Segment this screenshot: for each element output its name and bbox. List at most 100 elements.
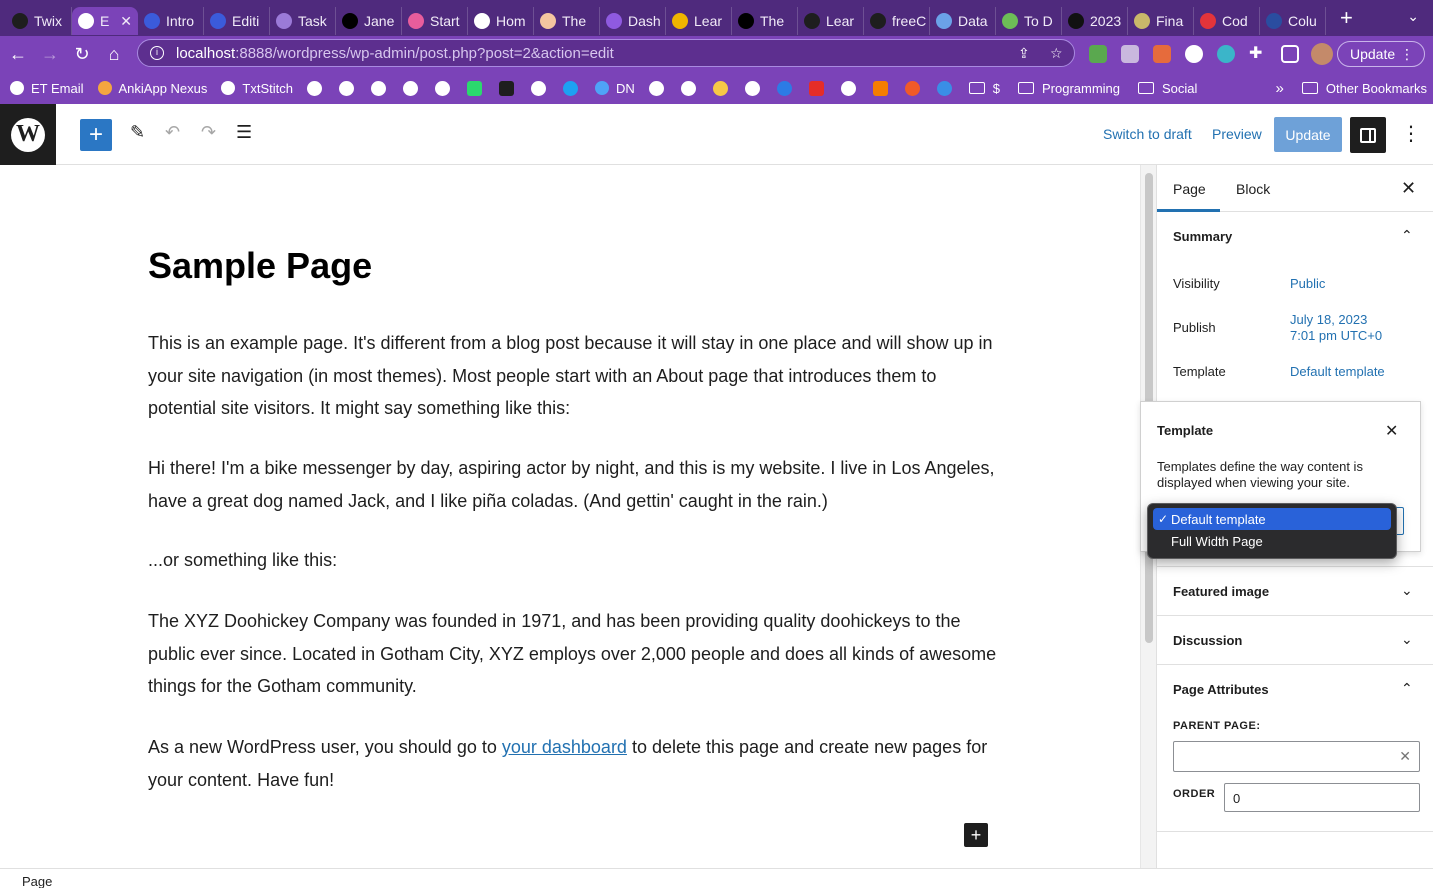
- bookmark-folder-programming[interactable]: Programming: [1017, 81, 1120, 96]
- featured-image-panel-title[interactable]: Featured image: [1173, 584, 1269, 599]
- extension-circle-icon[interactable]: [1185, 45, 1203, 63]
- browser-tab[interactable]: Cod: [1194, 7, 1260, 35]
- block-breadcrumb[interactable]: Page: [0, 868, 1433, 888]
- bookmarks-overflow-icon[interactable]: »: [1276, 80, 1284, 97]
- publish-date-button[interactable]: July 18, 2023 7:01 pm UTC+0: [1290, 312, 1382, 344]
- bookmark-google-icon[interactable]: [434, 80, 450, 96]
- bookmark-globe-icon[interactable]: [840, 80, 856, 96]
- browser-tab[interactable]: The: [732, 7, 798, 35]
- tab-page[interactable]: Page: [1173, 181, 1206, 197]
- wordpress-logo-button[interactable]: W: [0, 104, 56, 165]
- close-tab-icon[interactable]: ✕: [120, 13, 132, 30]
- browser-tab[interactable]: Dash: [600, 7, 666, 35]
- block-inserter-button[interactable]: +: [80, 119, 112, 151]
- visibility-value[interactable]: Public: [1290, 276, 1325, 292]
- page-title[interactable]: Sample Page: [148, 245, 372, 287]
- redo-icon[interactable]: ↷: [201, 122, 216, 143]
- reload-icon[interactable]: ↻: [66, 44, 98, 65]
- browser-tab[interactable]: Start: [402, 7, 468, 35]
- bookmark-globe-icon[interactable]: [744, 80, 760, 96]
- home-icon[interactable]: ⌂: [98, 44, 130, 65]
- extensions-puzzle-icon[interactable]: ✚: [1249, 43, 1267, 62]
- browser-tab[interactable]: Data: [930, 7, 996, 35]
- bookmark-ankiapp-nexus[interactable]: AnkiApp Nexus: [97, 81, 207, 96]
- bookmark-dark-icon[interactable]: [498, 80, 514, 96]
- bookmark-drive-icon[interactable]: [370, 80, 386, 96]
- bookmark-folder-social[interactable]: Social: [1138, 81, 1197, 96]
- bookmark-star-icon[interactable]: ☆: [1050, 45, 1063, 62]
- chevron-up-icon[interactable]: ⌃: [1401, 227, 1413, 244]
- bookmark-google-icon[interactable]: [338, 80, 354, 96]
- paragraph-block[interactable]: Hi there! I'm a bike messenger by day, a…: [148, 452, 998, 517]
- browser-tab[interactable]: The: [534, 7, 600, 35]
- preview-button[interactable]: Preview: [1212, 126, 1262, 142]
- new-tab-icon[interactable]: +: [1340, 5, 1353, 31]
- bookmark-globe-icon[interactable]: [648, 80, 664, 96]
- chevron-down-icon[interactable]: ⌄: [1401, 631, 1413, 648]
- bookmark-google-icon[interactable]: [530, 80, 546, 96]
- browser-tab[interactable]: Task: [270, 7, 336, 35]
- page-attributes-panel-title[interactable]: Page Attributes: [1173, 682, 1269, 697]
- bookmark-et-email[interactable]: ET Email: [10, 81, 84, 96]
- template-option-default[interactable]: ✓ Default template: [1153, 508, 1391, 530]
- browser-tab[interactable]: Twix: [6, 7, 72, 35]
- browser-tab[interactable]: E ✕: [72, 7, 138, 35]
- extension-react-icon[interactable]: [1217, 45, 1235, 63]
- bookmark-blogger-icon[interactable]: [872, 80, 888, 96]
- browser-menu-icon[interactable]: ⋮: [1400, 46, 1414, 63]
- bookmark-youtube-icon[interactable]: [808, 80, 824, 96]
- browser-tab[interactable]: To D: [996, 7, 1062, 35]
- chevron-down-icon[interactable]: ⌄: [1401, 582, 1413, 599]
- tab-search-icon[interactable]: ⌄: [1407, 8, 1419, 25]
- update-button[interactable]: Update: [1274, 117, 1342, 152]
- switch-to-draft-button[interactable]: Switch to draft: [1103, 126, 1192, 142]
- tab-block[interactable]: Block: [1236, 181, 1270, 197]
- clear-icon[interactable]: ✕: [1399, 748, 1411, 765]
- back-icon[interactable]: ←: [2, 44, 34, 65]
- extension-anki-icon[interactable]: [1121, 45, 1139, 63]
- browser-tab[interactable]: Fina: [1128, 7, 1194, 35]
- paragraph-block[interactable]: This is an example page. It's different …: [148, 327, 998, 425]
- bookmark-green-icon[interactable]: [466, 80, 482, 96]
- undo-icon[interactable]: ↶: [165, 122, 180, 143]
- document-overview-icon[interactable]: ☰: [236, 122, 252, 143]
- paragraph-block[interactable]: The XYZ Doohickey Company was founded in…: [148, 605, 998, 703]
- bookmark-cp-icon[interactable]: [904, 80, 920, 96]
- profile-avatar[interactable]: [1311, 43, 1333, 65]
- browser-tab[interactable]: Lear: [798, 7, 864, 35]
- dashboard-link[interactable]: your dashboard: [502, 737, 627, 757]
- bookmark-folder-dollar[interactable]: $: [968, 81, 1000, 96]
- bookmark-dropbox-icon[interactable]: [776, 80, 792, 96]
- edit-tools-icon[interactable]: ✎: [130, 122, 145, 143]
- browser-tab[interactable]: 2023: [1062, 7, 1128, 35]
- bookmark-txtstitch[interactable]: TxtStitch: [221, 81, 293, 96]
- discussion-panel-title[interactable]: Discussion: [1173, 633, 1242, 648]
- browser-tab[interactable]: freeC: [864, 7, 930, 35]
- side-panel-icon[interactable]: [1281, 45, 1299, 63]
- address-bar[interactable]: i localhost:8888/wordpress/wp-admin/post…: [137, 39, 1075, 67]
- browser-tab[interactable]: Editi: [204, 7, 270, 35]
- bookmark-google-icon[interactable]: [680, 80, 696, 96]
- site-info-icon[interactable]: i: [150, 46, 164, 60]
- browser-tab[interactable]: Jane: [336, 7, 402, 35]
- forward-icon[interactable]: →: [34, 44, 66, 65]
- browser-tab[interactable]: Hom: [468, 7, 534, 35]
- browser-tab[interactable]: Intro: [138, 7, 204, 35]
- browser-tab[interactable]: Colu: [1260, 7, 1326, 35]
- parent-page-combobox[interactable]: ✕: [1173, 741, 1420, 772]
- paragraph-block[interactable]: ...or something like this:: [148, 544, 998, 577]
- bookmark-twitter-icon[interactable]: [562, 80, 578, 96]
- add-block-button[interactable]: +: [964, 823, 988, 847]
- paragraph-block[interactable]: As a new WordPress user, you should go t…: [148, 731, 998, 796]
- bookmark-folder-other[interactable]: Other Bookmarks: [1301, 81, 1427, 96]
- bookmark-pen-icon[interactable]: [712, 80, 728, 96]
- browser-tab[interactable]: Lear: [666, 7, 732, 35]
- summary-panel-title[interactable]: Summary: [1173, 229, 1232, 244]
- bookmark-globe-icon[interactable]: [306, 80, 322, 96]
- settings-toggle-button[interactable]: [1350, 117, 1386, 153]
- browser-update-button[interactable]: Update ⋮: [1337, 41, 1425, 67]
- share-icon[interactable]: ⇪: [1018, 45, 1030, 62]
- options-menu-icon[interactable]: ⋮: [1401, 121, 1421, 146]
- template-value[interactable]: Default template: [1290, 364, 1385, 380]
- close-sidebar-icon[interactable]: ✕: [1401, 178, 1416, 199]
